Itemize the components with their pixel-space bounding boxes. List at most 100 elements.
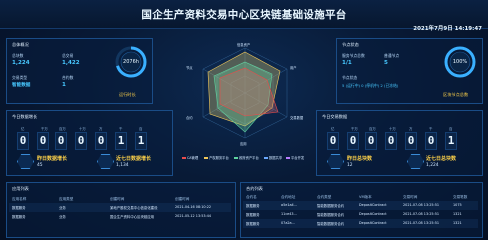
table-cell: 国企生产资料中心区块链应用 <box>110 215 155 219</box>
runtime-ring-value: 2076h <box>123 59 139 65</box>
table-cell: 2021-05-12 13:53:44 <box>175 214 212 218</box>
data-growth-title: 今日数据增长 <box>12 114 38 119</box>
week-growth-value: 1,134 <box>116 163 129 168</box>
table-header: 合约类型 <box>317 195 332 199</box>
table-cell: a5e1a4... <box>281 203 297 207</box>
table-cell: DepositContract <box>359 203 387 207</box>
stat-label-txtype: 交易类型 <box>12 75 28 80</box>
digit-label: 千万 <box>351 127 358 131</box>
table-header: 应用名称 <box>12 197 27 201</box>
legend-item[interactable]: 数据共享 <box>264 155 282 160</box>
week-growth-label: 近七日数据增长 <box>116 156 152 162</box>
table-cell: 数据服务 <box>246 204 260 208</box>
stat-value-contracts: 1 <box>62 82 66 88</box>
digit-label: 万 <box>99 127 103 131</box>
digit-box: 0 <box>95 132 107 150</box>
radar-axis-label: 用户 <box>290 66 297 70</box>
table-header: 创建时间 <box>175 197 190 201</box>
table-cell: 1321 <box>453 212 462 216</box>
growth-chart-icon <box>407 154 424 169</box>
contract-list-panel: 合约列表 合约名 合约地址 合约类型 VM版本 交易时间 交易笔数 数据服务 a… <box>240 182 483 238</box>
table-header: 交易时间 <box>403 195 418 199</box>
stat-label-tx: 总交易 <box>62 53 74 58</box>
app-list-title: 应用列表 <box>12 186 29 191</box>
node-value-normal: 5 <box>384 60 388 66</box>
digit-box: 0 <box>365 132 377 150</box>
digit-label: 十万 <box>389 127 396 131</box>
table-header: 应用类型 <box>59 197 74 201</box>
digit-label: 万 <box>409 127 413 131</box>
legend-item[interactable]: 产权服务平台 <box>204 155 229 160</box>
yesterday-blocks-label: 昨日总块数 <box>347 156 373 162</box>
table-header: 合约名 <box>246 195 257 199</box>
table-cell: 1075 <box>453 203 462 207</box>
table-cell: 2021-07-08 13:25:51 <box>403 221 440 225</box>
radar-chart <box>202 47 288 139</box>
table-cell: 2021-07-08 13:25:51 <box>403 203 440 207</box>
stat-value-tx: 1,422 <box>62 60 80 66</box>
table-header: 创建时间 <box>110 197 125 201</box>
stat-label-contracts: 合约数 <box>62 75 74 80</box>
node-panel: 节点状态 服务节点总数 1/1 普通节点 5 节点状态 5 (运行中) 0 (停… <box>336 38 483 104</box>
digit-box: 1 <box>115 132 127 150</box>
table-cell: 智能数据服务合约 <box>317 204 345 208</box>
digit-box: 0 <box>385 132 397 150</box>
week-blocks-label: 近七日总块数 <box>426 156 457 162</box>
table-header: 交易笔数 <box>453 195 468 199</box>
table-cell: 数据服务 <box>12 206 26 210</box>
digit-box: 0 <box>425 132 437 150</box>
yesterday-growth-value: 45 <box>37 163 43 168</box>
digit-label: 百 <box>139 127 143 131</box>
digit-label: 百 <box>449 127 453 131</box>
overview-title: 总体概况 <box>12 42 29 47</box>
growth-chart-icon <box>17 154 34 169</box>
radar-axis-label: 交易数据 <box>290 116 304 120</box>
digit-box: 0 <box>55 132 67 150</box>
digit-box: 1 <box>445 132 457 150</box>
tx-data-title: 今日交易数据 <box>322 114 348 119</box>
runtime-caption: 运行时长 <box>119 92 136 97</box>
digit-label: 千 <box>429 127 433 131</box>
table-cell: 某地产股权交易中心信息化建设 <box>110 206 158 210</box>
dashboard-root: 国企生产资料交易中心区块链基础设施平台 2021年7月9日 14:19:47 总… <box>0 0 488 240</box>
table-cell: DepositContract <box>359 212 387 216</box>
node-ring-value: 100% <box>452 59 468 65</box>
node-value-service: 1/1 <box>342 60 352 66</box>
overview-panel: 总体概况 总块数 1,224 总交易 1,422 交易类型 智能数据 合约数 1… <box>6 38 153 104</box>
table-cell: 智能数据服务合约 <box>317 222 345 226</box>
digit-label: 千 <box>119 127 123 131</box>
node-caption: 区块节点总数 <box>443 92 469 97</box>
table-cell: 智能数据服务合约 <box>317 213 345 217</box>
digit-label: 百万 <box>369 127 376 131</box>
table-header: VM版本 <box>359 195 372 199</box>
stat-label-blocks: 总块数 <box>12 53 24 58</box>
page-title: 国企生产资料交易中心区块链基础设施平台 <box>141 9 347 21</box>
table-cell: 11ce43... <box>281 212 297 216</box>
digit-label: 十万 <box>79 127 86 131</box>
digit-label: 亿 <box>331 127 335 131</box>
digit-label: 亿 <box>21 127 25 131</box>
datetime-display: 2021年7月9日 14:19:47 <box>413 26 482 32</box>
table-cell: 业务 <box>59 206 66 210</box>
legend-item[interactable]: 政府资产平台 <box>234 155 259 160</box>
radar-axis-label: 应用 <box>240 142 247 146</box>
legend-item[interactable]: CA管理 <box>182 155 198 160</box>
node-status-text: 5 (运行中) 0 (停机中) 2 (已冻结) <box>342 83 399 88</box>
tx-data-panel: 今日交易数据 亿 千万 百万 十万 万 千 百 0 0 0 0 0 0 1 昨日… <box>316 110 483 176</box>
table-cell: 数据服务 <box>12 215 26 219</box>
legend-item[interactable]: 平台开发 <box>286 155 304 160</box>
digit-box: 1 <box>135 132 147 150</box>
growth-chart-icon <box>327 154 344 169</box>
table-cell: 数据服务 <box>246 222 260 226</box>
table-cell: DepositContract <box>359 221 387 225</box>
contract-list-title: 合约列表 <box>246 186 263 191</box>
stat-value-txtype: 智能数据 <box>12 83 31 88</box>
digit-box: 0 <box>75 132 87 150</box>
app-list-panel: 应用列表 应用名称 应用类型 创建时间 创建时间 数据服务 业务 某地产股权交易… <box>6 182 236 238</box>
table-cell: 数据服务 <box>246 213 260 217</box>
data-growth-panel: 今日数据增长 亿 千万 百万 十万 万 千 百 0 0 0 0 0 1 1 昨日… <box>6 110 173 176</box>
table-cell: 07a2a... <box>281 221 295 225</box>
node-label-service: 服务节点总数 <box>342 53 365 58</box>
digit-box: 0 <box>17 132 29 150</box>
week-blocks-value: 1,224 <box>426 163 439 168</box>
